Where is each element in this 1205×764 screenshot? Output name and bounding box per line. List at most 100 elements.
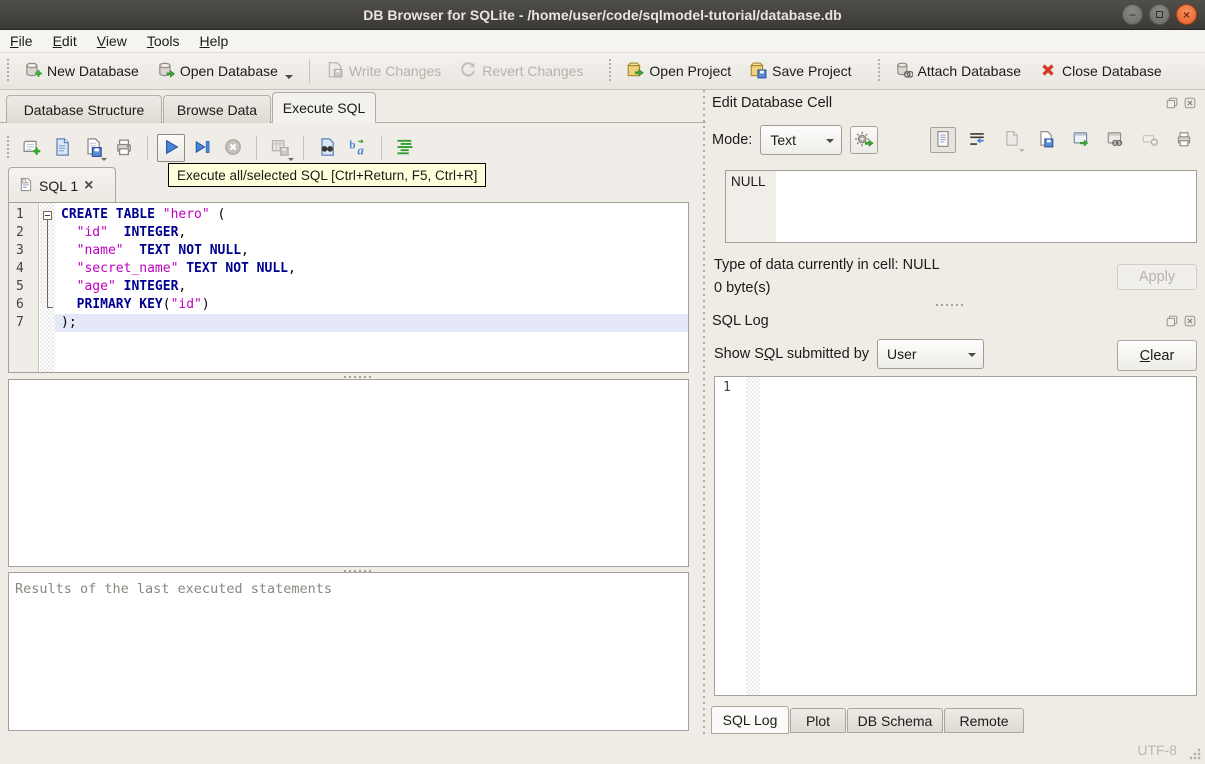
float-dock-button[interactable] (1164, 314, 1179, 329)
save-sql-menu-arrow[interactable] (101, 158, 107, 161)
titlebar: DB Browser for SQLite - /home/user/code/… (0, 0, 1205, 30)
close-database-button[interactable]: Close Database (1031, 57, 1170, 86)
apply-button: Apply (1117, 264, 1197, 290)
new-database-button[interactable]: New Database (16, 57, 147, 86)
menu-file[interactable]: File (0, 31, 43, 51)
close-database-label: Close Database (1062, 63, 1162, 79)
right-dock: Edit Database Cell Mode: Text NULL Type … (706, 90, 1205, 734)
tab-remote[interactable]: Remote (944, 708, 1024, 733)
mode-combobox[interactable]: Text (760, 125, 843, 155)
new-database-label: New Database (47, 63, 139, 79)
clear-log-button[interactable]: Clear (1117, 340, 1197, 371)
editor-code[interactable]: CREATE TABLE "hero" ( "id" INTEGER, "nam… (55, 203, 688, 332)
svg-text:a: a (357, 142, 364, 157)
submitter-combobox[interactable]: User (877, 339, 985, 369)
tab-database-structure[interactable]: Database Structure (6, 95, 162, 123)
new-sql-tab-button[interactable] (17, 134, 45, 162)
close-button[interactable]: × (1176, 4, 1197, 25)
print-cell-button[interactable] (1171, 127, 1197, 153)
code-line[interactable]: "secret_name" TEXT NOT NULL, (55, 260, 688, 278)
statusbar: UTF-8 (0, 734, 1205, 764)
execute-tooltip: Execute all/selected SQL [Ctrl+Return, F… (168, 163, 487, 187)
copy-link-button[interactable] (1102, 127, 1128, 153)
save-sql-file-icon (83, 137, 103, 160)
external-window-icon (1072, 130, 1090, 151)
menu-edit[interactable]: Edit (43, 31, 87, 51)
sql-editor[interactable]: 1 2 3 4 5 6 7 CREATE TABLE "hero" ( "id" INTEG… (8, 202, 689, 373)
open-in-external-app-button[interactable] (1068, 127, 1094, 153)
attach-database-button[interactable]: Attach Database (887, 57, 1030, 86)
menu-view[interactable]: View (87, 31, 137, 51)
open-database-menu-arrow[interactable] (284, 74, 293, 79)
float-dock-button[interactable] (1164, 96, 1179, 111)
results-message-pane[interactable]: Results of the last executed statements (8, 572, 689, 731)
tab-plot[interactable]: Plot (790, 708, 846, 733)
code-line[interactable]: "id" INTEGER, (55, 224, 688, 242)
import-cell-data-button (999, 127, 1025, 153)
maximize-button[interactable] (1149, 4, 1170, 25)
toolbar-drag-handle[interactable] (875, 59, 882, 83)
code-line[interactable]: CREATE TABLE "hero" ( (55, 206, 688, 224)
fold-collapse-icon[interactable] (43, 211, 52, 220)
code-line[interactable]: PRIMARY KEY("id") (55, 296, 688, 314)
tab-browse-data[interactable]: Browse Data (163, 95, 271, 123)
line-number: 6 (16, 297, 24, 312)
open-database-button[interactable]: Open Database (149, 57, 301, 86)
close-dock-button[interactable] (1182, 96, 1197, 111)
find-button[interactable] (313, 134, 341, 162)
code-line[interactable]: "name" TEXT NOT NULL, (55, 242, 688, 260)
close-sql-tab-icon[interactable]: × (84, 177, 93, 194)
sql-toolbar-drag-handle[interactable] (5, 136, 11, 160)
log-line-number: 1 (723, 380, 731, 395)
tab-sql-log[interactable]: SQL Log (711, 706, 789, 734)
close-dock-button[interactable] (1182, 314, 1197, 329)
auto-switch-mode-button[interactable] (850, 126, 879, 154)
execute-current-line-button[interactable] (188, 134, 216, 162)
code-line[interactable]: "age" INTEGER, (55, 278, 688, 296)
text-mode-button[interactable] (930, 127, 956, 153)
menu-tools[interactable]: Tools (137, 31, 190, 51)
revert-changes-icon (459, 61, 477, 82)
save-project-label: Save Project (772, 63, 852, 79)
dock-sections-splitter[interactable] (936, 302, 966, 307)
submitter-value: User (887, 346, 917, 362)
link-icon (1106, 130, 1124, 151)
print-sql-button[interactable] (110, 134, 138, 162)
code-line[interactable]: ); (55, 314, 688, 332)
resize-grip[interactable] (1189, 748, 1201, 760)
sql-log-title: SQL Log (712, 313, 769, 329)
open-sql-file-button[interactable] (48, 134, 76, 162)
write-changes-button: Write Changes (318, 57, 449, 86)
menu-help[interactable]: Help (190, 31, 239, 51)
save-sql-file-button[interactable] (79, 134, 107, 162)
format-sql-button[interactable] (391, 134, 419, 162)
line-number: 3 (16, 243, 24, 258)
results-grid-pane[interactable] (8, 379, 689, 567)
sql-doc-tab[interactable]: SQL 1 × (8, 167, 116, 203)
export-icon (1037, 130, 1055, 151)
execute-all-button[interactable] (157, 134, 185, 162)
minimize-button[interactable]: − (1122, 4, 1143, 25)
word-wrap-button[interactable] (964, 127, 990, 153)
cell-value-editor[interactable]: NULL (725, 170, 1197, 243)
open-project-button[interactable]: Open Project (618, 57, 739, 86)
toolbar-drag-handle[interactable] (607, 59, 614, 83)
encoding-indicator[interactable]: UTF-8 (1137, 742, 1177, 758)
results-placeholder: Results of the last executed statements (15, 581, 332, 597)
tab-execute-sql[interactable]: Execute SQL (272, 92, 376, 123)
replace-button[interactable]: ba (344, 134, 372, 162)
sql-doc-tab-label: SQL 1 (39, 177, 79, 194)
export-cell-data-button[interactable] (1033, 127, 1059, 153)
attach-database-icon (895, 61, 914, 82)
save-project-icon (749, 61, 767, 82)
document-icon (934, 130, 952, 151)
edit-cell-header: Edit Database Cell (712, 92, 1197, 114)
save-project-button[interactable]: Save Project (741, 57, 859, 86)
toolbar-drag-handle[interactable] (5, 59, 11, 83)
set-null-button (1137, 127, 1163, 153)
tab-db-schema[interactable]: DB Schema (847, 708, 943, 733)
chevron-down-icon (968, 353, 977, 357)
print-icon (1175, 130, 1193, 151)
sql-log-view[interactable]: 1 (714, 376, 1197, 696)
line-number: 7 (16, 315, 24, 330)
